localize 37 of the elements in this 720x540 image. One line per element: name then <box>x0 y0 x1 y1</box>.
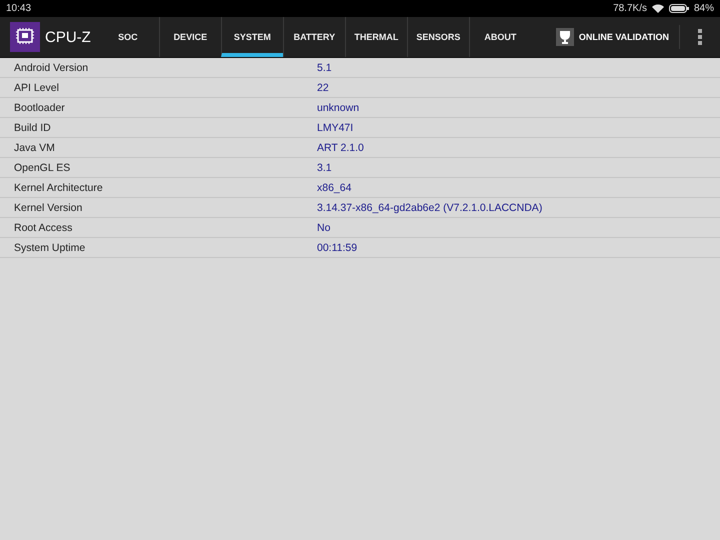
tab[interactable]: SENSORS <box>406 17 469 57</box>
property-label: API Level <box>13 82 60 94</box>
network-speed: 78.7K/s <box>613 3 647 14</box>
overflow-menu-icon[interactable] <box>698 29 702 45</box>
trophy-icon <box>556 28 574 46</box>
tab[interactable]: THERMAL <box>344 17 407 57</box>
wifi-icon <box>652 4 664 13</box>
property-value: 00:11:59 <box>317 242 358 254</box>
property-value: ART 2.1.0 <box>317 142 364 154</box>
property-value: 5.1 <box>317 62 332 74</box>
battery-icon <box>668 4 689 13</box>
property-value: LMY47I <box>317 122 354 134</box>
property-label: Build ID <box>13 122 52 134</box>
battery-percent: 84% <box>694 3 714 14</box>
property-value: x86_64 <box>317 182 352 194</box>
property-value: No <box>317 222 330 234</box>
tab[interactable]: DEVICE <box>158 17 221 57</box>
property-value: 3.1 <box>317 162 332 174</box>
tab[interactable]: SYSTEM <box>220 17 283 57</box>
property-label: Kernel Version <box>13 202 84 214</box>
online-validation-button[interactable]: ONLINE VALIDATION <box>556 25 680 49</box>
property-value: unknown <box>317 102 360 114</box>
tab[interactable]: BATTERY <box>282 17 345 57</box>
chip-icon <box>10 22 40 52</box>
property-label: Java VM <box>13 142 56 154</box>
property-label: Kernel Architecture <box>13 182 104 194</box>
app-title: CPU-Z <box>45 28 91 46</box>
property-label: OpenGL ES <box>13 162 72 174</box>
property-value: 3.14.37-x86_64-gd2ab6e2 (V7.2.1.0.LACCNDA) <box>317 202 542 214</box>
property-label: Android Version <box>13 62 90 74</box>
property-label: Root Access <box>13 222 74 234</box>
clock-time: 10:43 <box>6 3 32 14</box>
property-label: System Uptime <box>13 242 86 254</box>
tab[interactable]: SOC <box>96 17 159 57</box>
tab[interactable]: ABOUT <box>468 17 531 57</box>
property-value: 22 <box>317 82 329 94</box>
property-label: Bootloader <box>13 102 66 114</box>
